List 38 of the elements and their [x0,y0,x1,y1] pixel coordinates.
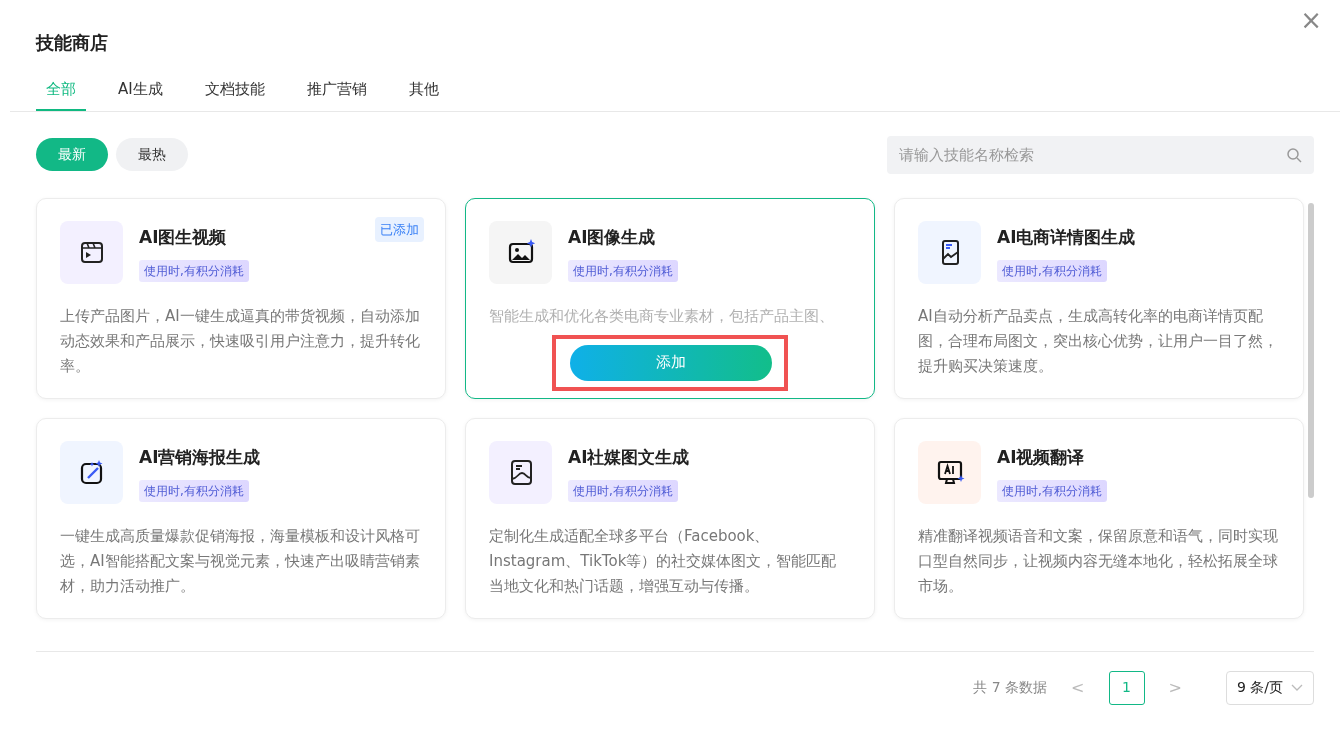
chevron-down-icon [1291,683,1303,692]
category-tab[interactable]: 其他 [398,70,449,111]
sort-filter[interactable]: 最热 [116,138,188,171]
skill-description: 精准翻译视频语音和文案，保留原意和语气，同时实现口型自然同步，让视频内容无缝本地化，轻松拓展全球市场。 [918,525,1279,597]
category-tab[interactable]: AI生成 [108,70,173,111]
skill-card[interactable]: AI社媒图文生成 使用时,有积分消耗 定制化生成适配全球多平台（Facebook、Instagram、TikTok等）的社交媒体图文，智能匹配当地文化和热门话题，增强互动与传播。 [465,417,875,619]
dialog-title: 技能商店 [36,32,108,54]
search-icon [1286,146,1302,163]
credit-tag: 使用时,有积分消耗 [139,260,249,282]
skill-description: 一键生成高质量爆款促销海报，海量模板和设计风格可选，AI智能搭配文案与视觉元素，快速产出吸睛营销素材，助力活动推广。 [60,525,421,597]
skill-card[interactable]: AI图生视频 使用时,有积分消耗 已添加 上传产品图片，AI一键生成逼真的带货视频，自动添加动态效果和产品展示，快速吸引用户注意力，提升转化率。 [36,197,446,399]
close-button[interactable]: × [1294,6,1328,34]
credit-tag: 使用时,有积分消耗 [568,480,678,502]
skill-card[interactable]: AI营销海报生成 使用时,有积分消耗 一键生成高质量爆款促销海报，海量模板和设计风格可选，AI智能搭配文案与视觉元素，快速产出吸睛营销素材，助力活动推广。 [36,417,446,619]
credit-tag: 使用时,有积分消耗 [139,480,249,502]
skill-title: AI图像生成 [568,225,657,249]
credit-tag: 使用时,有积分消耗 [997,260,1107,282]
category-tab[interactable]: 文档技能 [194,70,275,111]
added-label: 已添加 [375,216,424,242]
skill-title: AI视频翻译 [997,445,1086,469]
skill-card[interactable]: AI电商详情图生成 使用时,有积分消耗 AI自动分析产品卖点，生成高转化率的电商详情页配图，合理布局图文，突出核心优势，让用户一目了然，提升购买决策速度。 [894,197,1304,399]
credit-tag: 使用时,有积分消耗 [568,260,678,282]
page-size-select[interactable]: 9 条/页 [1225,670,1314,705]
skill-description: 上传产品图片，AI一键生成逼真的带货视频，自动添加动态效果和产品展示，快速吸引用户注意力，提升转化率。 [60,305,421,377]
skill-description: AI自动分析产品卖点，生成高转化率的电商详情页配图，合理布局图文，突出核心优势，让用户一目了然，提升购买决策速度。 [918,305,1279,377]
skill-title: AI营销海报生成 [139,445,261,469]
category-tab[interactable]: 推广营销 [296,70,377,111]
skill-card[interactable]: AI视频翻译 使用时,有积分消耗 精准翻译视频语音和文案，保留原意和语气，同时实现口型自然同步，让视频内容无缝本地化，轻松拓展全球市场。 [894,417,1304,619]
skill-description: 智能生成和优化各类电商专业素材，包括产品主图、 [489,305,835,327]
total-count: 共 7 条数据 [973,678,1048,697]
credit-tag: 使用时,有积分消耗 [997,480,1107,502]
skill-card[interactable]: AI图像生成 使用时,有积分消耗 智能生成和优化各类电商专业素材，包括产品主图、 添加 [465,197,875,399]
scrollbar[interactable] [1308,203,1314,498]
skill-description: 定制化生成适配全球多平台（Facebook、Instagram、TikTok等）的社交媒体图文，智能匹配当地文化和热门话题，增强互动与传播。 [489,525,838,597]
search-field[interactable]: 请输入技能名称检索 [887,135,1314,174]
skill-title: AI图生视频 [139,225,228,249]
skill-title: AI电商详情图生成 [997,225,1136,249]
skill-title: AI社媒图文生成 [568,445,690,469]
